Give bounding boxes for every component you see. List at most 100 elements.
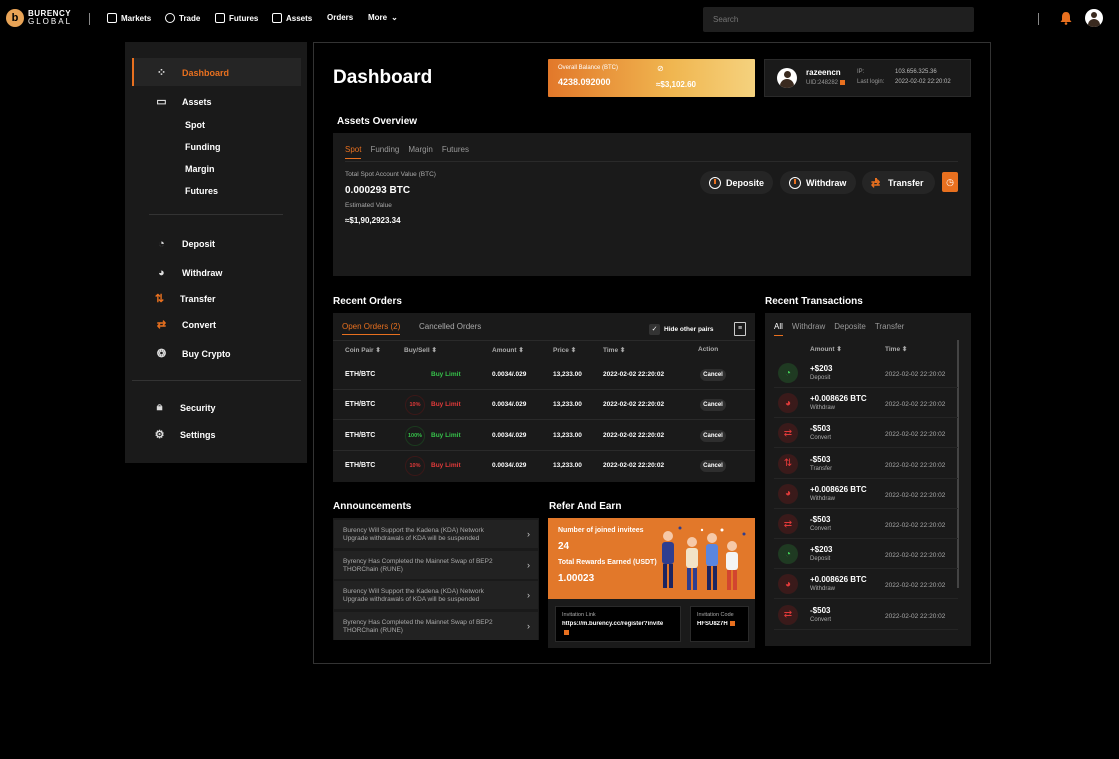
col-price[interactable]: Price ⬍ (553, 346, 576, 354)
divider (149, 214, 283, 215)
transactions-scrollbar[interactable] (957, 340, 959, 588)
avatar (777, 68, 797, 88)
sidebar-item-assets[interactable]: ▭ Assets (155, 95, 211, 108)
sidebar-item-funding[interactable]: Funding (185, 142, 221, 152)
cancel-button[interactable]: Cancel (700, 369, 726, 381)
tab-margin[interactable]: Margin (408, 145, 432, 159)
sidebar-item-spot[interactable]: Spot (185, 120, 205, 130)
tab-deposite[interactable]: Deposite (834, 322, 866, 336)
user-avatar[interactable] (1085, 9, 1103, 27)
chevron-right-icon: › (527, 590, 530, 600)
col-price-label: Price (553, 347, 569, 354)
col-tx-time[interactable]: Time ⬍ (885, 345, 907, 353)
announcement-item[interactable]: Burency Will Support the Kadena (KDA) Ne… (334, 581, 538, 609)
sidebar-item-dashboard[interactable]: ⁘ Dashboard (155, 66, 229, 79)
tab-spot[interactable]: Spot (345, 145, 362, 159)
sidebar-item-futures[interactable]: Futures (185, 186, 218, 196)
nav-futures[interactable]: Futures (215, 13, 258, 23)
history-button[interactable]: ◷ (942, 172, 958, 192)
tab-transfer[interactable]: Transfer (875, 322, 905, 336)
tab-funding[interactable]: Funding (370, 145, 399, 159)
divider (774, 507, 958, 509)
eye-hidden-icon[interactable]: ⊘ (657, 64, 664, 73)
sidebar-item-buy-crypto[interactable]: ❂ Buy Crypto (155, 347, 231, 360)
nav-orders[interactable]: Orders (327, 13, 353, 22)
nav-more[interactable]: More ⌄ (368, 13, 398, 22)
tab-all[interactable]: All (774, 322, 783, 336)
sidebar-item-label: Dashboard (182, 67, 230, 78)
col-tx-amount[interactable]: Amount ⬍ (810, 345, 842, 353)
copy-icon[interactable] (840, 80, 846, 85)
nav-assets[interactable]: Assets (272, 13, 312, 23)
nav-orders-label: Orders (327, 13, 354, 22)
col-amount[interactable]: Amount ⬍ (492, 346, 524, 354)
recent-orders-title: Recent Orders (333, 296, 402, 307)
wallet-icon: ▭ (156, 96, 167, 108)
copy-icon[interactable] (729, 621, 735, 626)
col-time[interactable]: Time ⬍ (603, 346, 625, 354)
cancel-button[interactable]: Cancel (700, 399, 726, 411)
divider (774, 417, 958, 419)
sidebar-item-margin[interactable]: Margin (185, 164, 215, 174)
transaction-type: Convert (810, 435, 832, 442)
sidebar-item-withdraw[interactable]: ◕ Withdraw (155, 266, 222, 279)
sidebar-item-settings[interactable]: ⚙ Settings (153, 428, 216, 441)
col-buy-sell[interactable]: Buy/Sell ⬍ (404, 346, 437, 354)
divider (774, 628, 958, 630)
nav-trade[interactable]: Trade (165, 13, 200, 23)
recent-transactions-panel (765, 313, 971, 646)
order-time: 2022-02-02 22:20:02 (603, 462, 665, 469)
cancel-button[interactable]: Cancel (700, 430, 726, 442)
announcement-line1: Burency Will Support the Kadena (KDA) Ne… (343, 527, 484, 534)
sidebar-item-label: Buy Crypto (182, 348, 231, 359)
col-coin-pair[interactable]: Coin Pair ⬍ (345, 346, 381, 354)
export-icon[interactable]: ≡ (734, 322, 746, 336)
announcement-line2: Upgrade withdrawals of KDA will be suspe… (343, 596, 480, 603)
burency-logo-icon[interactable]: b (6, 9, 24, 27)
order-price: 13,233.00 (553, 371, 582, 378)
tab-withdraw[interactable]: Withdraw (792, 322, 825, 336)
balance-label: Overall Balance (BTC) (558, 65, 619, 71)
search-box[interactable] (703, 7, 974, 32)
tab-futures[interactable]: Futures (442, 145, 469, 159)
refer-card: Number of joined invitees 24 Total Rewar… (548, 518, 755, 599)
withdraw-button[interactable]: Withdraw (780, 171, 856, 194)
announcement-item[interactable]: Byrency Has Completed the Mainnet Swap o… (334, 550, 538, 579)
sidebar-item-security[interactable]: 🔒︎ Security (153, 401, 216, 414)
tab-open-orders[interactable]: Open Orders (2) (342, 322, 401, 335)
order-amount: 0.0034/.029 (492, 432, 527, 439)
copy-icon[interactable] (564, 630, 569, 635)
col-tx-amount-label: Amount (810, 346, 835, 353)
invitation-link-box[interactable]: Invitation Link https://m.burency.cc/reg… (555, 606, 681, 642)
nav-trade-label: Trade (179, 13, 201, 23)
hide-pairs-checkbox[interactable]: ✓ (649, 324, 660, 335)
tab-cancelled-orders[interactable]: Cancelled Orders (419, 322, 481, 331)
cancel-button[interactable]: Cancel (700, 460, 726, 472)
transfer-button[interactable]: ⇄ Transfer (862, 171, 935, 194)
bell-icon[interactable] (1060, 11, 1072, 25)
announcement-item[interactable]: Burency Will Support the Kadena (KDA) Ne… (334, 520, 538, 548)
transaction-amount: +$203 (810, 545, 833, 555)
transaction-amount: +0.008626 BTC (810, 575, 867, 585)
transaction-type: Transfer (810, 465, 833, 472)
search-input[interactable] (703, 7, 974, 32)
withdraw-icon: ◕ (158, 266, 165, 279)
sidebar-item-convert[interactable]: ⇄ Convert (155, 318, 216, 331)
invitation-link-label: Invitation Link (562, 612, 596, 618)
col-time-label: Time (603, 347, 619, 354)
deposit-button[interactable]: Deposite (700, 171, 773, 194)
invitation-code-box[interactable]: Invitation Code HFSU827H (690, 606, 749, 642)
sidebar: ⁘ Dashboard ▭ Assets Spot Funding Margin… (125, 42, 307, 463)
announcement-item[interactable]: Byrency Has Completed the Mainnet Swap o… (334, 611, 538, 640)
nav-markets[interactable]: Markets (107, 13, 151, 23)
transaction-type: Deposit (810, 556, 831, 563)
sidebar-item-label: Deposit (182, 238, 216, 249)
transaction-type: Deposit (810, 375, 831, 381)
recent-transactions-title: Recent Transactions (765, 296, 863, 307)
sidebar-item-transfer[interactable]: ⇅ Transfer (153, 292, 216, 305)
order-amount: 0.0034/.029 (492, 462, 527, 469)
divider (333, 419, 755, 420)
divider (345, 161, 958, 162)
sidebar-item-deposit[interactable]: ◔ Deposit (155, 237, 215, 250)
brand-name[interactable]: BURENCY GLOBAL (28, 10, 72, 26)
